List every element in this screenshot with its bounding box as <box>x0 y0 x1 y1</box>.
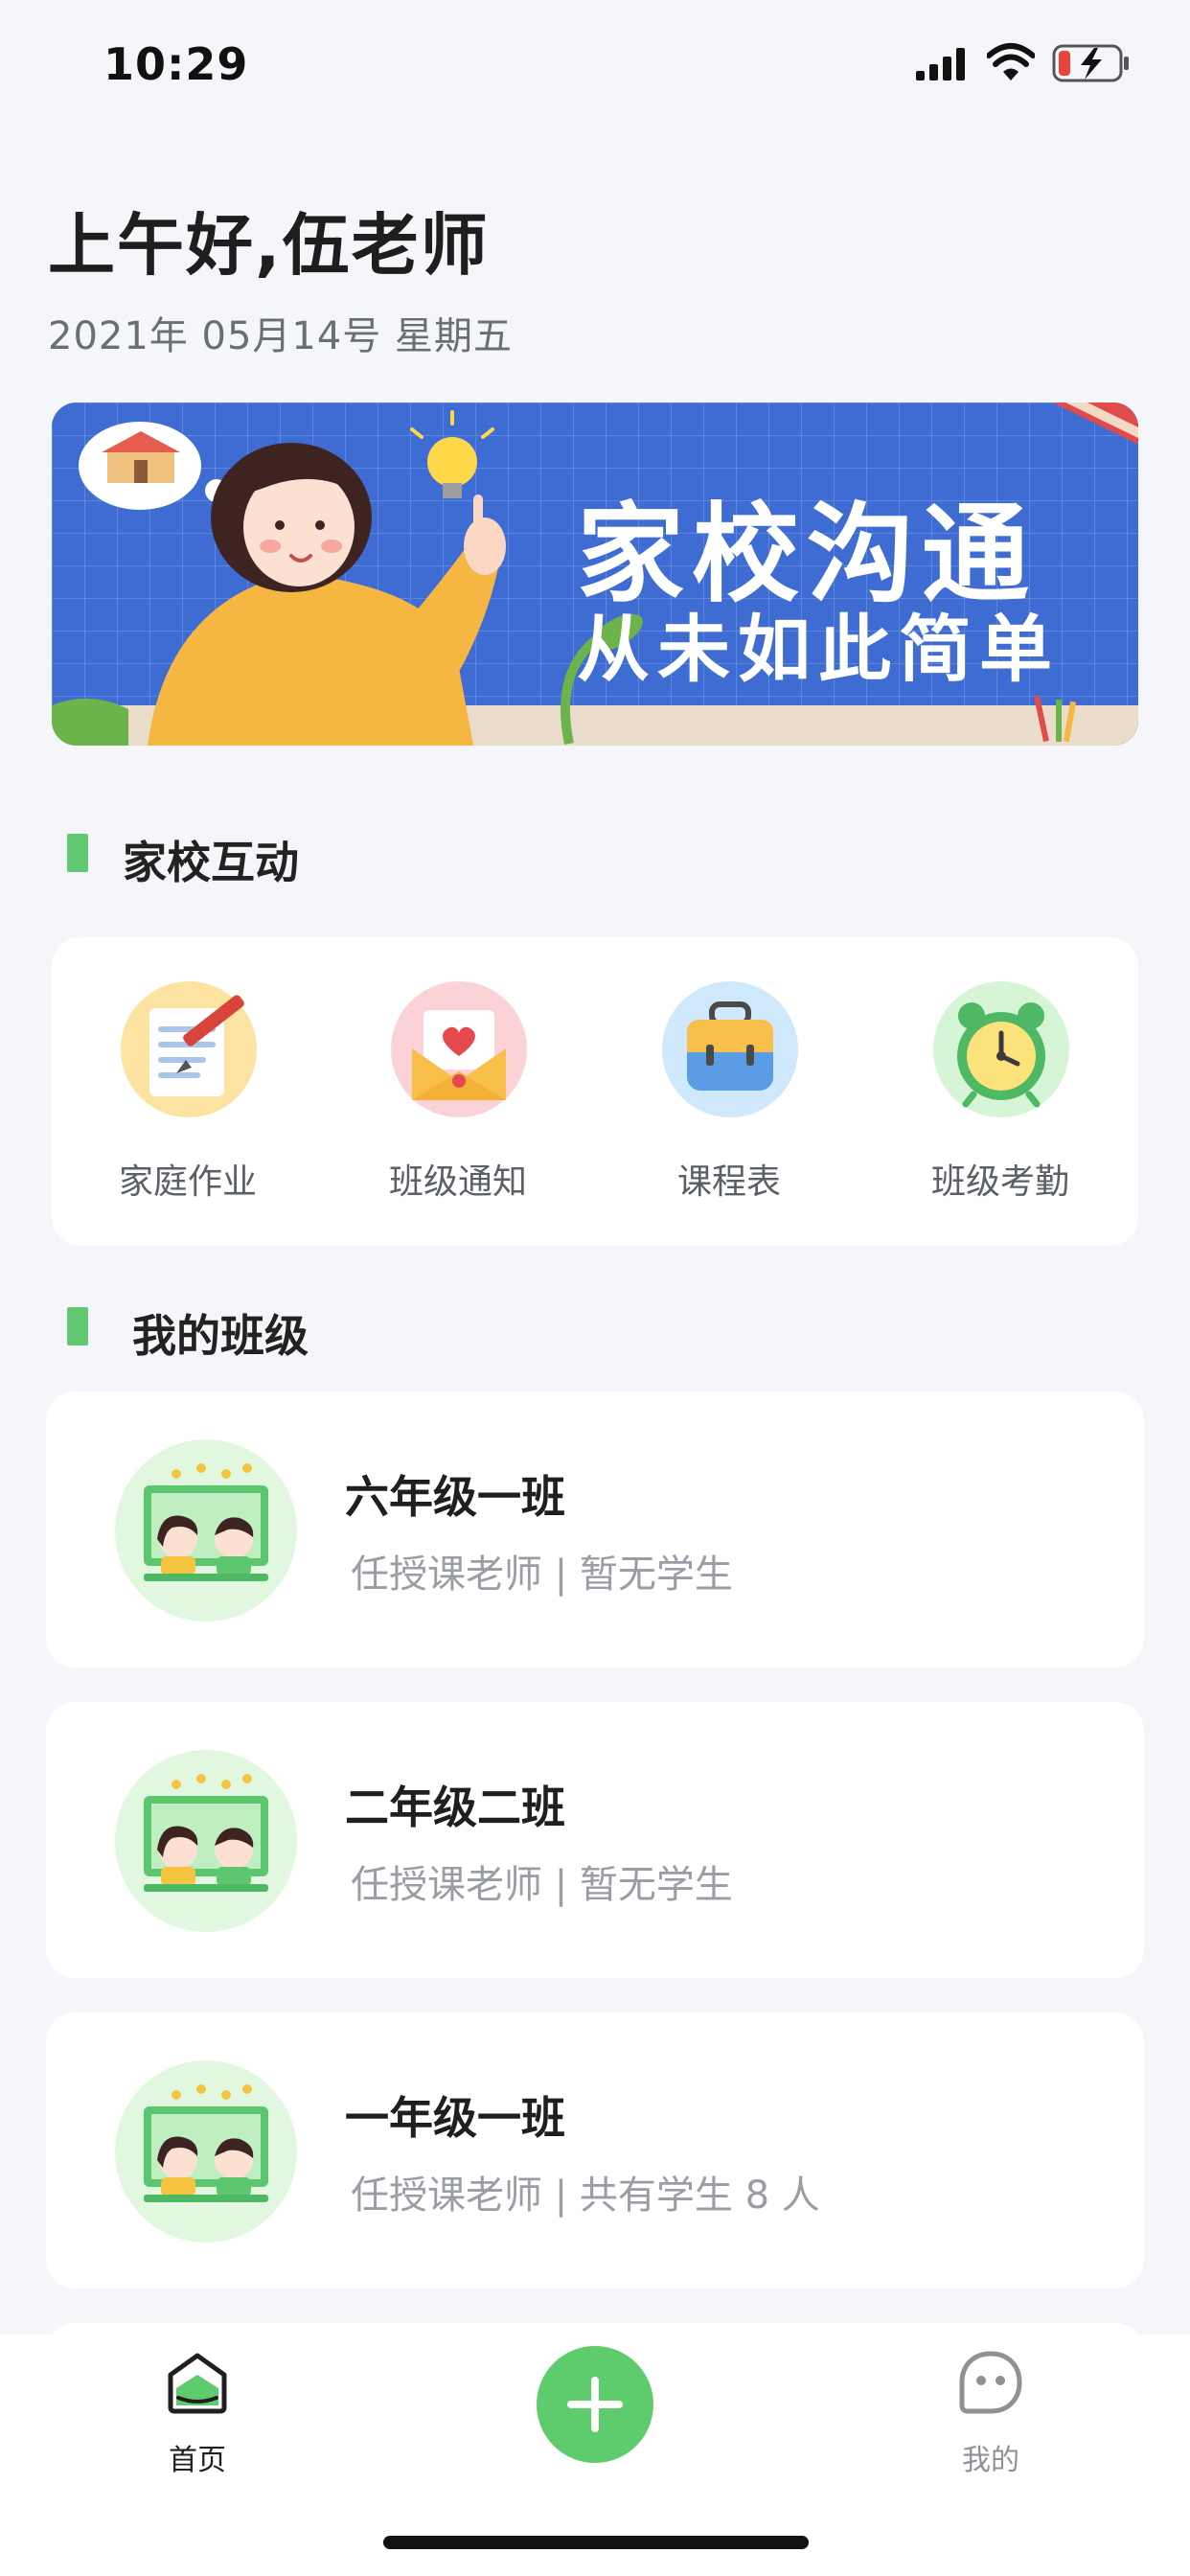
section-accent-bar <box>67 834 88 872</box>
date-text: 2021年 05月14号 星期五 <box>48 314 514 358</box>
class-card[interactable]: 一年级一班 任授课老师 | 共有学生 8 人 <box>46 2012 1144 2288</box>
interaction-section-title: 家校互动 <box>123 837 299 888</box>
tab-mine[interactable]: 我的 <box>924 2350 1058 2484</box>
classroom-avatar-icon <box>115 2060 297 2242</box>
feature-homework-label: 家庭作业 <box>118 1162 257 1202</box>
home-icon <box>168 2353 227 2414</box>
wifi-icon <box>987 43 1035 80</box>
section-accent-bar <box>67 1307 88 1346</box>
class-section-title: 我的班级 <box>132 1310 309 1362</box>
profile-face-icon <box>959 2351 1022 2414</box>
homework-icon <box>121 981 257 1117</box>
feature-class-notice-label: 班级通知 <box>388 1162 527 1202</box>
class-info: 任授课老师 | 暂无学生 <box>351 1552 733 1597</box>
classroom-avatar-icon <box>115 1750 297 1932</box>
feature-schedule[interactable]: 课程表 <box>633 981 825 1221</box>
class-info: 任授课老师 | 暂无学生 <box>351 1863 733 1907</box>
class-card[interactable]: 六年级一班 任授课老师 | 暂无学生 <box>46 1392 1144 1668</box>
class-info: 任授课老师 | 共有学生 8 人 <box>351 2174 820 2218</box>
schedule-bag-icon <box>662 981 798 1117</box>
status-time: 10:29 <box>103 38 249 90</box>
attendance-clock-icon <box>933 981 1069 1117</box>
tab-home-label: 首页 <box>169 2444 226 2477</box>
battery-charging-icon <box>1052 44 1129 82</box>
cellular-signal-icon <box>916 48 965 80</box>
promo-banner[interactable]: 家校沟通 从未如此简单 <box>52 402 1138 746</box>
home-indicator <box>383 2536 809 2549</box>
feature-schedule-label: 课程表 <box>676 1162 781 1202</box>
tab-home[interactable]: 首页 <box>130 2350 264 2484</box>
tab-mine-label: 我的 <box>962 2444 1019 2477</box>
feature-homework[interactable]: 家庭作业 <box>92 981 284 1221</box>
add-button[interactable] <box>537 2346 653 2463</box>
banner-subtitle: 从未如此简单 <box>577 607 1060 692</box>
home-screen: 10:29 上午好,伍老师 2021年 05月14号 星期五 家校沟通 从未如此… <box>0 0 1190 2576</box>
class-card[interactable]: 二年级二班 任授课老师 | 暂无学生 <box>46 1702 1144 1978</box>
feature-attendance[interactable]: 班级考勤 <box>904 981 1096 1221</box>
classroom-avatar-icon <box>115 1439 297 1622</box>
notice-envelope-icon <box>391 981 527 1117</box>
class-name: 二年级二班 <box>345 1782 565 1833</box>
greeting-title: 上午好,伍老师 <box>48 206 490 285</box>
interaction-card: 家庭作业 班级通知 课程表 班级考勤 <box>52 937 1138 1246</box>
class-name: 六年级一班 <box>345 1471 565 1523</box>
status-bar: 10:29 <box>0 0 1190 128</box>
feature-attendance-label: 班级考勤 <box>930 1162 1069 1202</box>
feature-class-notice[interactable]: 班级通知 <box>362 981 554 1221</box>
class-name: 一年级一班 <box>345 2092 565 2144</box>
